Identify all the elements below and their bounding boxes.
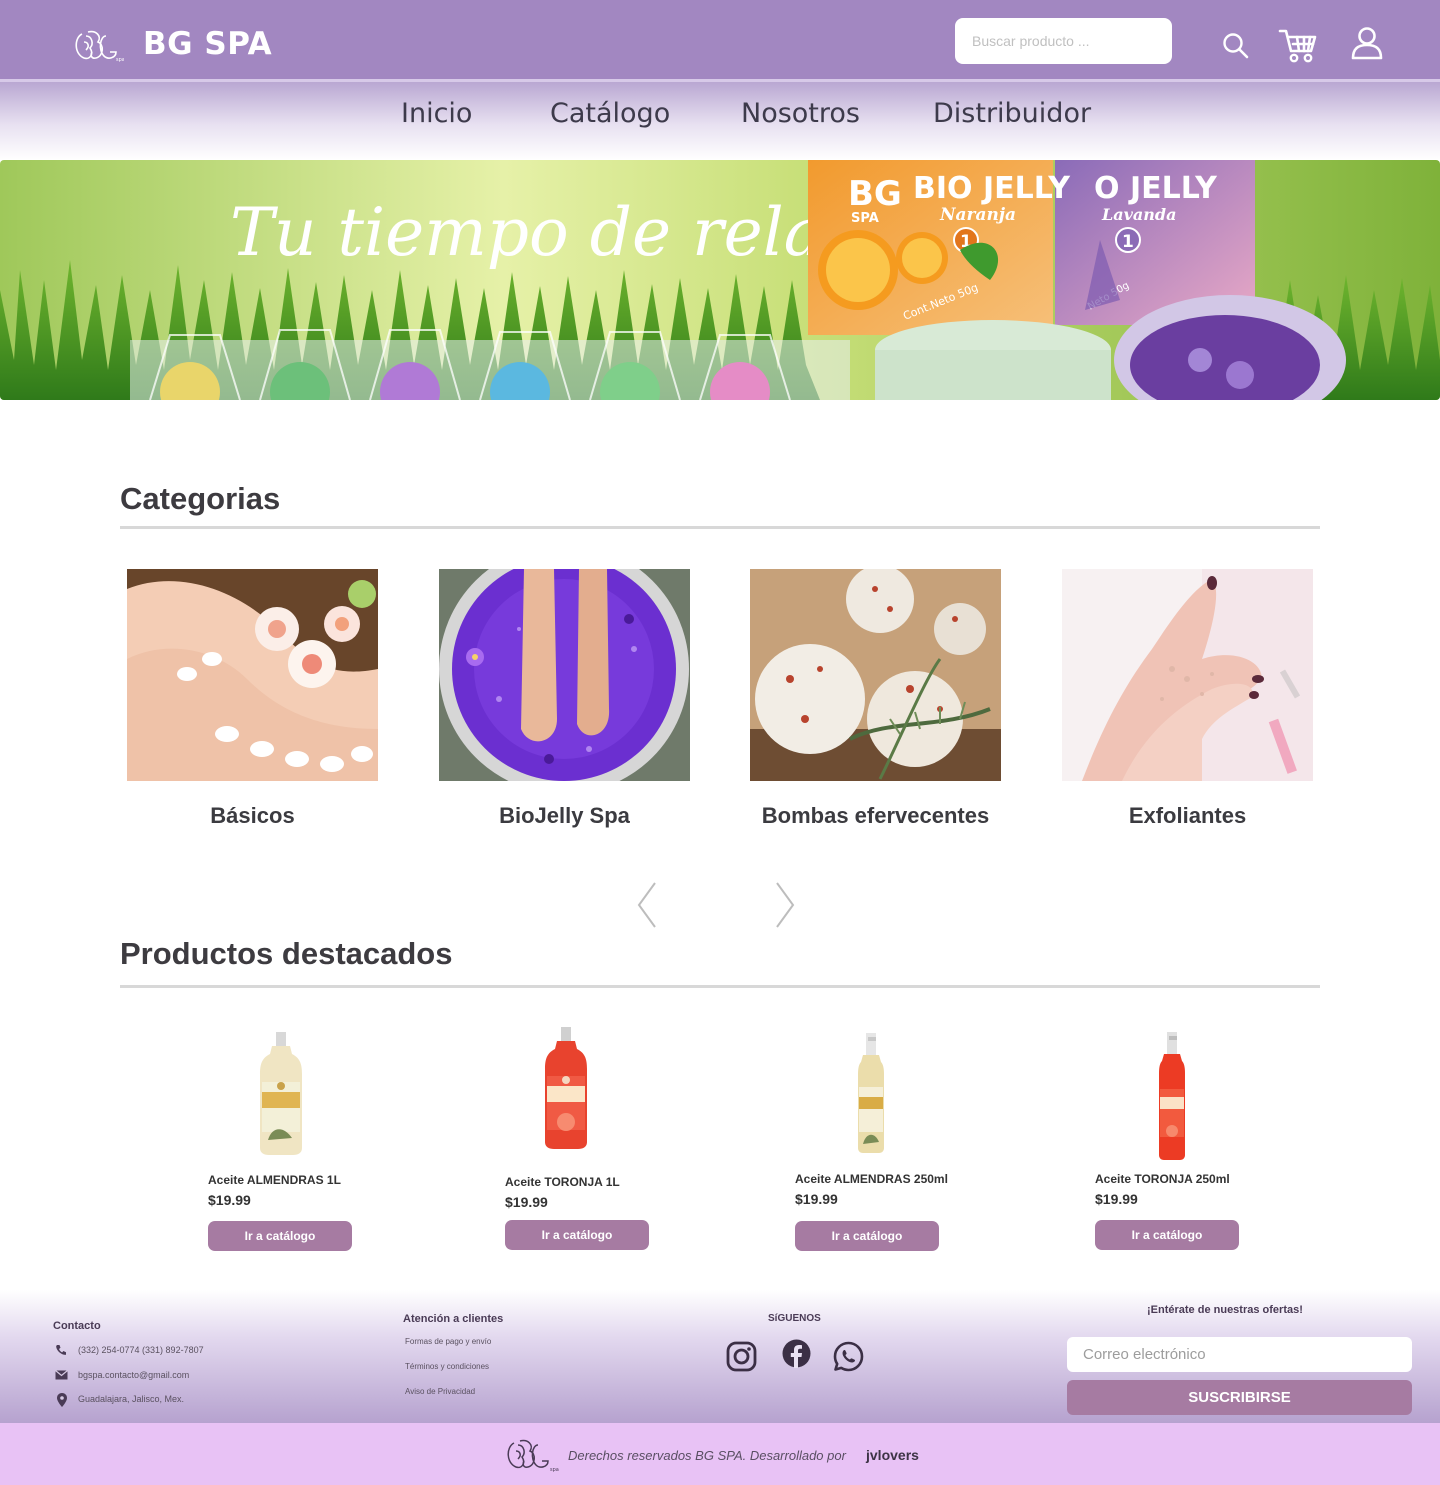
pack-brand: BG [848, 174, 902, 214]
contact-title: Contacto [53, 1320, 101, 1332]
product-image-almendras-250ml[interactable] [857, 1032, 885, 1154]
chevron-right-icon[interactable] [773, 880, 797, 930]
svg-text:spa: spa [116, 57, 124, 63]
chevron-left-icon[interactable] [635, 880, 659, 930]
cart-icon[interactable] [1278, 26, 1318, 64]
contact-location: Guadalajara, Jalisco, Mex. [78, 1394, 185, 1404]
product-price: $19.99 [505, 1194, 548, 1210]
subscribe-button[interactable]: SUSCRIBIRSE [1067, 1380, 1412, 1415]
product-price: $19.99 [1095, 1191, 1138, 1207]
pack-flavor: Lavanda [1101, 205, 1176, 224]
svg-text:spa: spa [550, 1467, 559, 1473]
search-input[interactable] [955, 18, 1172, 64]
pack-flavor: Naranja [939, 205, 1016, 225]
contact-phones[interactable]: (332) 254-0774 (331) 892-7807 [78, 1345, 204, 1355]
customer-service-title: Atención a clientes [403, 1313, 504, 1325]
category-image-basicos[interactable] [127, 569, 378, 781]
category-image-exfoliantes[interactable] [1062, 569, 1313, 781]
product-name[interactable]: Aceite TORONJA 250ml [1095, 1172, 1230, 1186]
mail-icon [55, 1370, 68, 1380]
go-to-catalog-button[interactable]: Ir a catálogo [795, 1221, 939, 1251]
product-price: $19.99 [208, 1192, 251, 1208]
nav-item-catalogo[interactable]: Catálogo [550, 98, 670, 129]
category-image-bombas[interactable] [750, 569, 1001, 781]
category-label[interactable]: Básicos [87, 803, 418, 829]
copyright-text: Derechos reservados BG SPA. Desarrollado… [568, 1448, 846, 1463]
brand-name[interactable]: BG SPA [143, 26, 272, 62]
product-image-almendras-1l[interactable] [258, 1030, 304, 1156]
go-to-catalog-button[interactable]: Ir a catálogo [505, 1220, 649, 1250]
product-name[interactable]: Aceite ALMENDRAS 250ml [795, 1172, 948, 1186]
pack-title: O JELLY [1094, 171, 1218, 206]
link-privacy[interactable]: Aviso de Privacidad [405, 1387, 475, 1396]
go-to-catalog-button[interactable]: Ir a catálogo [208, 1221, 352, 1251]
featured-divider [120, 985, 1320, 988]
category-card-basicos[interactable]: Básicos [127, 569, 378, 828]
search-icon[interactable] [1222, 32, 1249, 59]
nav-item-distribuidor[interactable]: Distribuidor [933, 98, 1091, 129]
pack-title: BIO JELLY [913, 171, 1071, 206]
product-image-toronja-1l[interactable] [544, 1026, 588, 1150]
category-image-biojelly[interactable] [439, 569, 690, 781]
bg-logo-icon[interactable]: spa [72, 28, 124, 64]
contact-email[interactable]: bgspa.contacto@gmail.com [78, 1370, 189, 1380]
product-name[interactable]: Aceite TORONJA 1L [505, 1175, 620, 1189]
link-payment-shipping[interactable]: Formas de pago y envío [405, 1337, 491, 1346]
main-nav: Inicio Catálogo Nosotros Distribuidor [0, 82, 1440, 160]
product-price: $19.99 [795, 1191, 838, 1207]
follow-us-title: SíGUENOS [768, 1313, 821, 1324]
product-image-toronja-250ml[interactable] [1157, 1031, 1187, 1161]
developer-credit-link[interactable]: jvlovers [866, 1447, 919, 1463]
nav-item-inicio[interactable]: Inicio [401, 98, 472, 129]
link-terms[interactable]: Términos y condiciones [405, 1362, 489, 1371]
phone-icon [56, 1345, 66, 1355]
featured-title: Productos destacados [120, 936, 453, 971]
pack-number: 1 [1122, 232, 1134, 252]
category-label[interactable]: Exfoliantes [1022, 803, 1353, 829]
facebook-icon[interactable] [782, 1339, 811, 1368]
whatsapp-icon[interactable] [833, 1341, 864, 1372]
product-name[interactable]: Aceite ALMENDRAS 1L [208, 1173, 341, 1187]
category-label[interactable]: BioJelly Spa [399, 803, 730, 829]
hero-banner[interactable]: Tu tiempo de relajación BG SPA BIO JELLY… [0, 160, 1440, 400]
hero-image: Tu tiempo de relajación BG SPA BIO JELLY… [0, 160, 1440, 400]
nav-item-nosotros[interactable]: Nosotros [741, 98, 860, 129]
category-card-biojelly[interactable]: BioJelly Spa [439, 569, 690, 828]
categories-title: Categorias [120, 481, 281, 516]
instagram-icon[interactable] [726, 1341, 757, 1372]
category-label[interactable]: Bombas efervecentes [710, 803, 1041, 829]
newsletter-title: ¡Entérate de nuestras ofertas! [1147, 1304, 1303, 1316]
category-card-exfoliantes[interactable]: Exfoliantes [1062, 569, 1313, 828]
pack-brand-sub: SPA [851, 211, 879, 226]
category-card-bombas[interactable]: Bombas efervecentes [750, 569, 1001, 828]
bg-logo-icon: spa [507, 1439, 559, 1473]
email-field[interactable] [1067, 1337, 1412, 1372]
categories-divider [120, 526, 1320, 529]
location-pin-icon [57, 1393, 67, 1407]
user-icon[interactable] [1350, 26, 1384, 60]
go-to-catalog-button[interactable]: Ir a catálogo [1095, 1220, 1239, 1250]
